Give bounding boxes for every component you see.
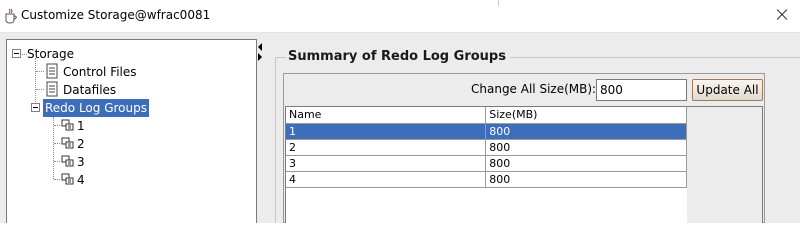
column-header-size[interactable]: Size(MB) bbox=[485, 107, 687, 124]
tree-node-datafiles[interactable]: Datafiles bbox=[63, 81, 116, 99]
splitter-collapse-left-icon[interactable] bbox=[258, 43, 262, 51]
window-title: Customize Storage@wfrac0081 bbox=[21, 8, 211, 22]
redo-group-icon bbox=[61, 155, 74, 167]
cell-name[interactable]: 2 bbox=[286, 138, 487, 156]
cell-name[interactable]: 1 bbox=[286, 122, 487, 140]
redo-group-icon bbox=[61, 137, 74, 149]
tree-node-redo-group-3[interactable]: 3 bbox=[77, 153, 85, 171]
tree-connector bbox=[35, 58, 36, 104]
cell-size[interactable]: 800 bbox=[485, 138, 687, 156]
storage-collapse-toggle[interactable] bbox=[12, 49, 21, 58]
tree-node-redo-log-groups[interactable]: Redo Log Groups bbox=[43, 99, 149, 117]
summary-title: Summary of Redo Log Groups bbox=[286, 49, 510, 64]
tree-node-control-files[interactable]: Control Files bbox=[63, 63, 137, 81]
table-row[interactable]: 4 800 bbox=[286, 170, 687, 188]
tree-connector bbox=[36, 71, 44, 72]
cell-size[interactable]: 800 bbox=[485, 170, 687, 188]
table-empty-area bbox=[687, 107, 762, 223]
cell-size[interactable]: 800 bbox=[485, 154, 687, 172]
column-header-name[interactable]: Name bbox=[286, 107, 487, 124]
change-all-size-label: Change All Size(MB): bbox=[471, 82, 597, 96]
splitter-expand-right-icon[interactable] bbox=[258, 53, 262, 61]
background-separator bbox=[498, 0, 499, 6]
redo-log-groups-collapse-toggle[interactable] bbox=[31, 103, 40, 112]
table-header-row: Name Size(MB) bbox=[286, 107, 687, 124]
close-button[interactable] bbox=[771, 4, 793, 26]
tree-node-redo-group-1[interactable]: 1 bbox=[77, 117, 85, 135]
table-row[interactable]: 1 800 bbox=[286, 122, 687, 140]
table-row[interactable]: 2 800 bbox=[286, 138, 687, 156]
document-icon bbox=[46, 63, 58, 79]
document-icon bbox=[46, 81, 58, 97]
storage-tree[interactable]: Storage Control Files Datafiles Redo Log… bbox=[6, 39, 257, 223]
redo-groups-table: Name Size(MB) 1 800 2 800 3 800 4 800 bbox=[286, 107, 687, 188]
tree-node-redo-group-2[interactable]: 2 bbox=[77, 135, 85, 153]
window-titlebar: Customize Storage@wfrac0081 bbox=[0, 0, 800, 33]
tree-connector bbox=[36, 89, 44, 90]
redo-group-icon bbox=[61, 173, 74, 185]
table-row[interactable]: 3 800 bbox=[286, 154, 687, 172]
redo-group-icon bbox=[61, 119, 74, 131]
java-cup-icon bbox=[5, 8, 17, 24]
cell-name[interactable]: 4 bbox=[286, 170, 487, 188]
tree-connector bbox=[53, 117, 54, 179]
cell-size[interactable]: 800 bbox=[485, 122, 687, 140]
change-all-size-input[interactable] bbox=[596, 79, 687, 101]
update-all-button[interactable]: Update All bbox=[692, 79, 763, 101]
cell-name[interactable]: 3 bbox=[286, 154, 487, 172]
tree-node-redo-group-4[interactable]: 4 bbox=[77, 171, 85, 189]
